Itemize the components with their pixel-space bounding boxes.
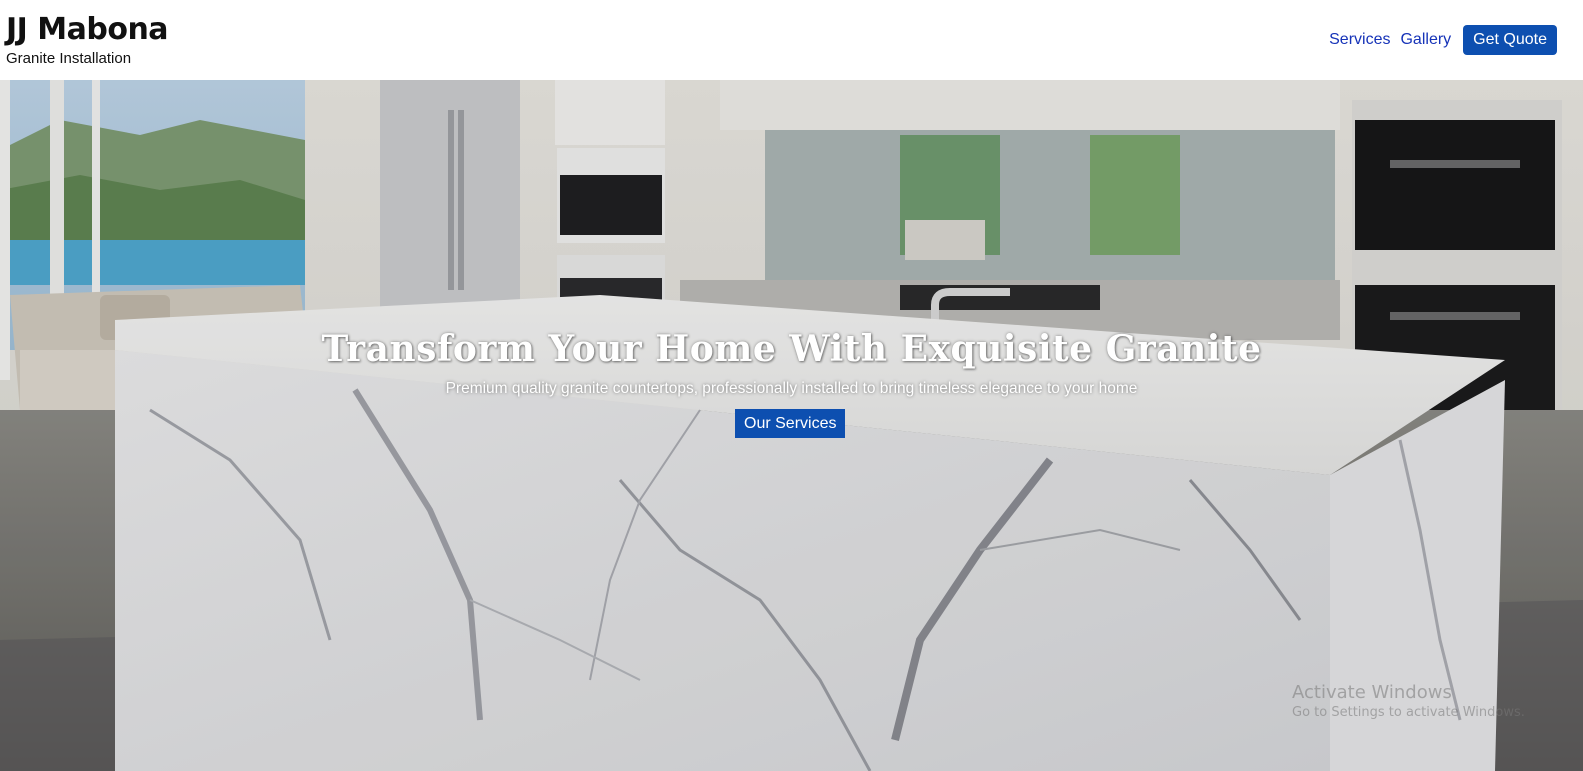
brand-name: JJ Mabona bbox=[6, 12, 169, 47]
brand-logo[interactable]: JJ Mabona Granite Installation bbox=[6, 12, 169, 68]
our-services-button[interactable]: Our Services bbox=[735, 409, 846, 438]
get-quote-button[interactable]: Get Quote bbox=[1463, 25, 1557, 55]
hero-title: Transform Your Home With Exquisite Grani… bbox=[321, 328, 1262, 370]
nav-link-services[interactable]: Services bbox=[1329, 25, 1390, 55]
main-nav: Services Gallery Get Quote bbox=[1329, 25, 1557, 55]
hero-subtitle: Premium quality granite countertops, pro… bbox=[445, 380, 1138, 397]
hero-section: Transform Your Home With Exquisite Grani… bbox=[0, 80, 1583, 771]
watermark-title: Activate Windows bbox=[1292, 682, 1452, 703]
nav-link-gallery[interactable]: Gallery bbox=[1400, 25, 1451, 55]
watermark-subtitle: Go to Settings to activate Windows. bbox=[1292, 705, 1525, 720]
windows-activation-watermark: Activate Windows Go to Settings to activ… bbox=[1292, 682, 1525, 722]
brand-tagline: Granite Installation bbox=[6, 50, 132, 67]
site-header: JJ Mabona Granite Installation Services … bbox=[0, 0, 1583, 80]
